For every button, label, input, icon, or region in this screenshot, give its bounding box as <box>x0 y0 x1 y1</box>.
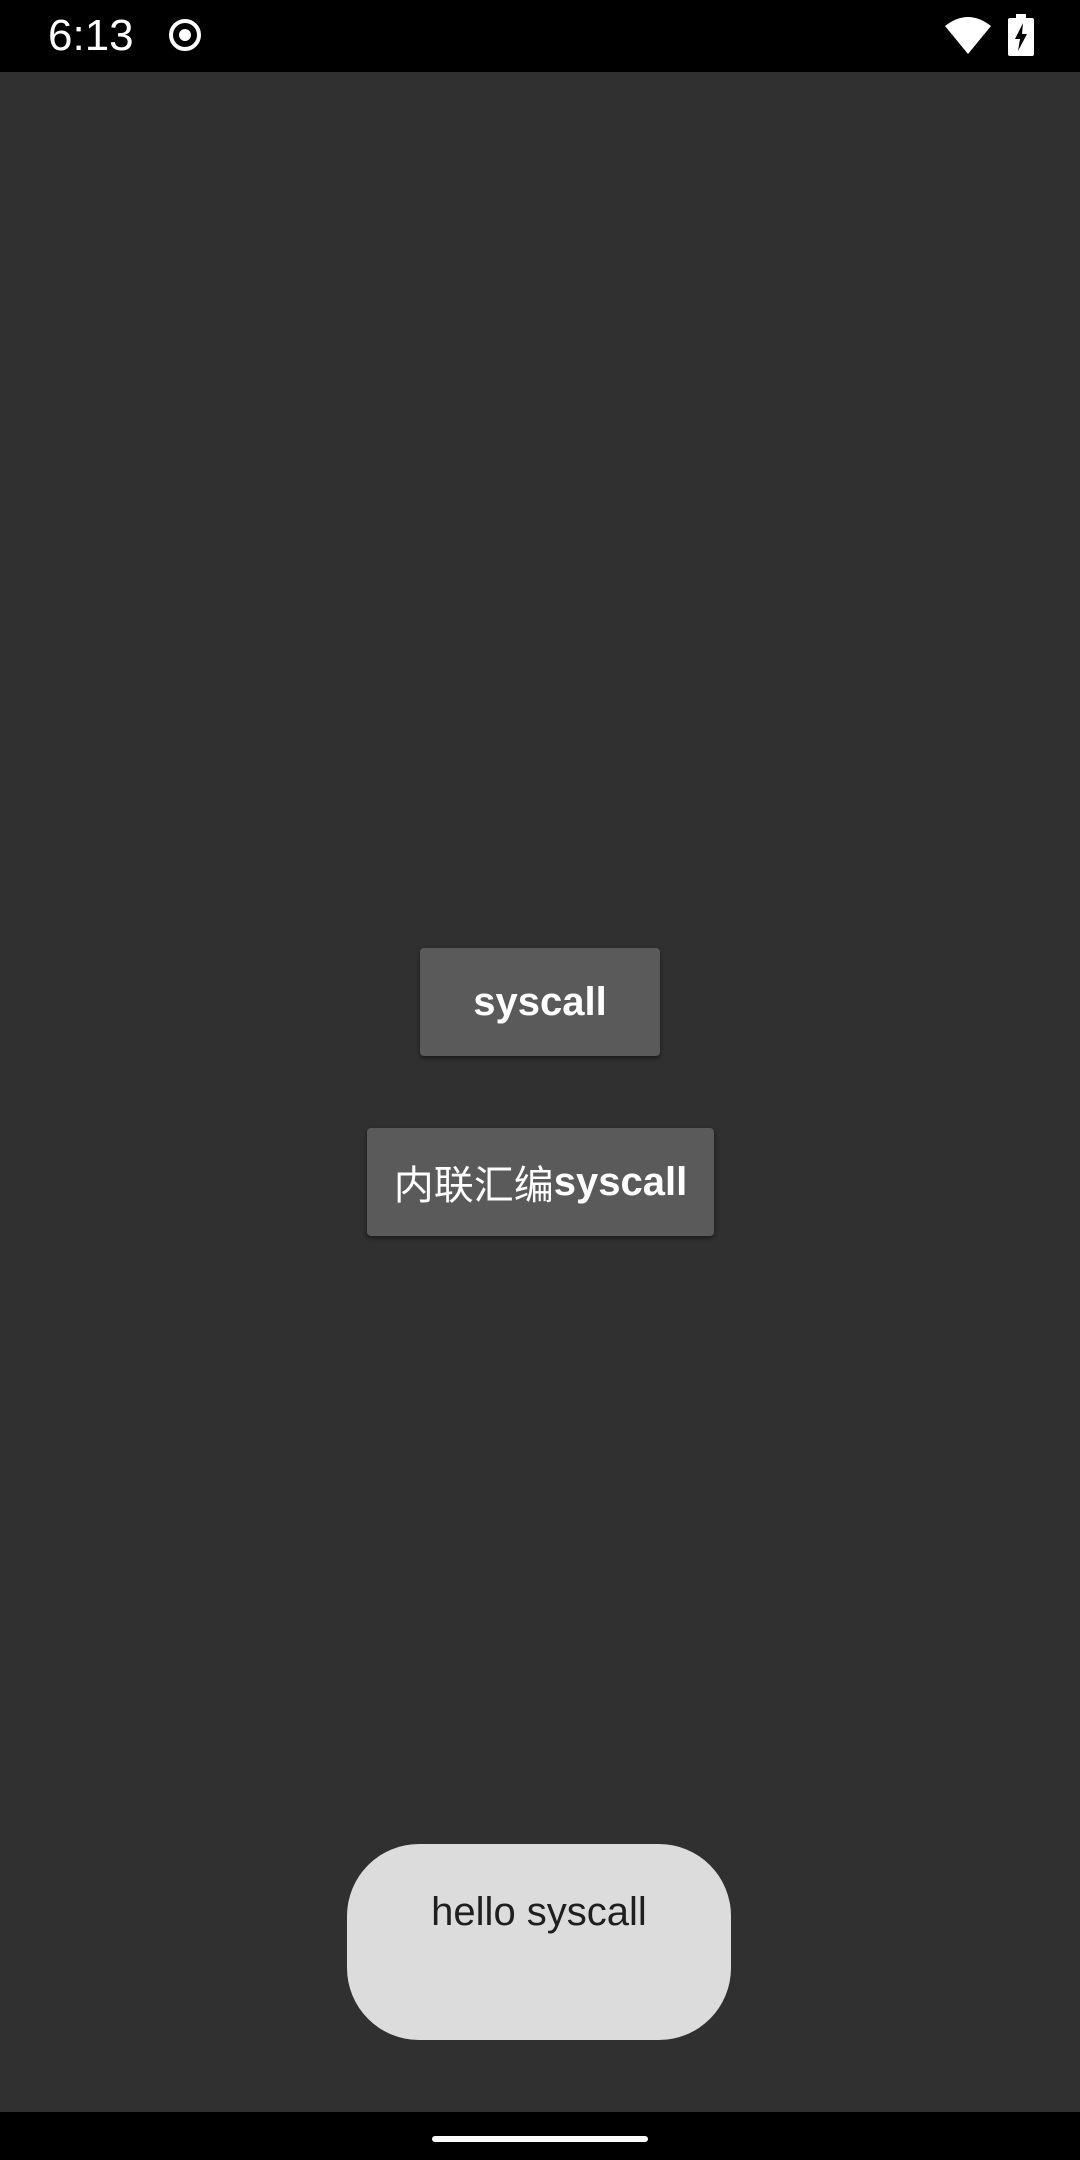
syscall-button-label: syscall <box>473 979 607 1024</box>
toast-text: hello syscall <box>431 1890 647 1934</box>
inline-asm-syscall-button[interactable]: 内联汇编 syscall <box>367 1128 714 1236</box>
battery-charging-icon <box>1008 14 1034 56</box>
record-icon <box>169 19 201 51</box>
inline-asm-button-label-cjk: 内联汇编 <box>393 1164 554 1208</box>
home-gesture-handle[interactable] <box>432 2136 648 2142</box>
app-screen: 6:13 syscall 内联汇编 syscall hello syscall <box>0 0 1080 2160</box>
toast-message: hello syscall <box>347 1844 731 2040</box>
status-bar: 6:13 <box>0 0 1080 72</box>
status-time: 6:13 <box>48 11 134 60</box>
syscall-button[interactable]: syscall <box>420 948 660 1056</box>
wifi-icon <box>945 17 991 54</box>
inline-asm-button-label-latin: syscall <box>553 1159 688 1204</box>
